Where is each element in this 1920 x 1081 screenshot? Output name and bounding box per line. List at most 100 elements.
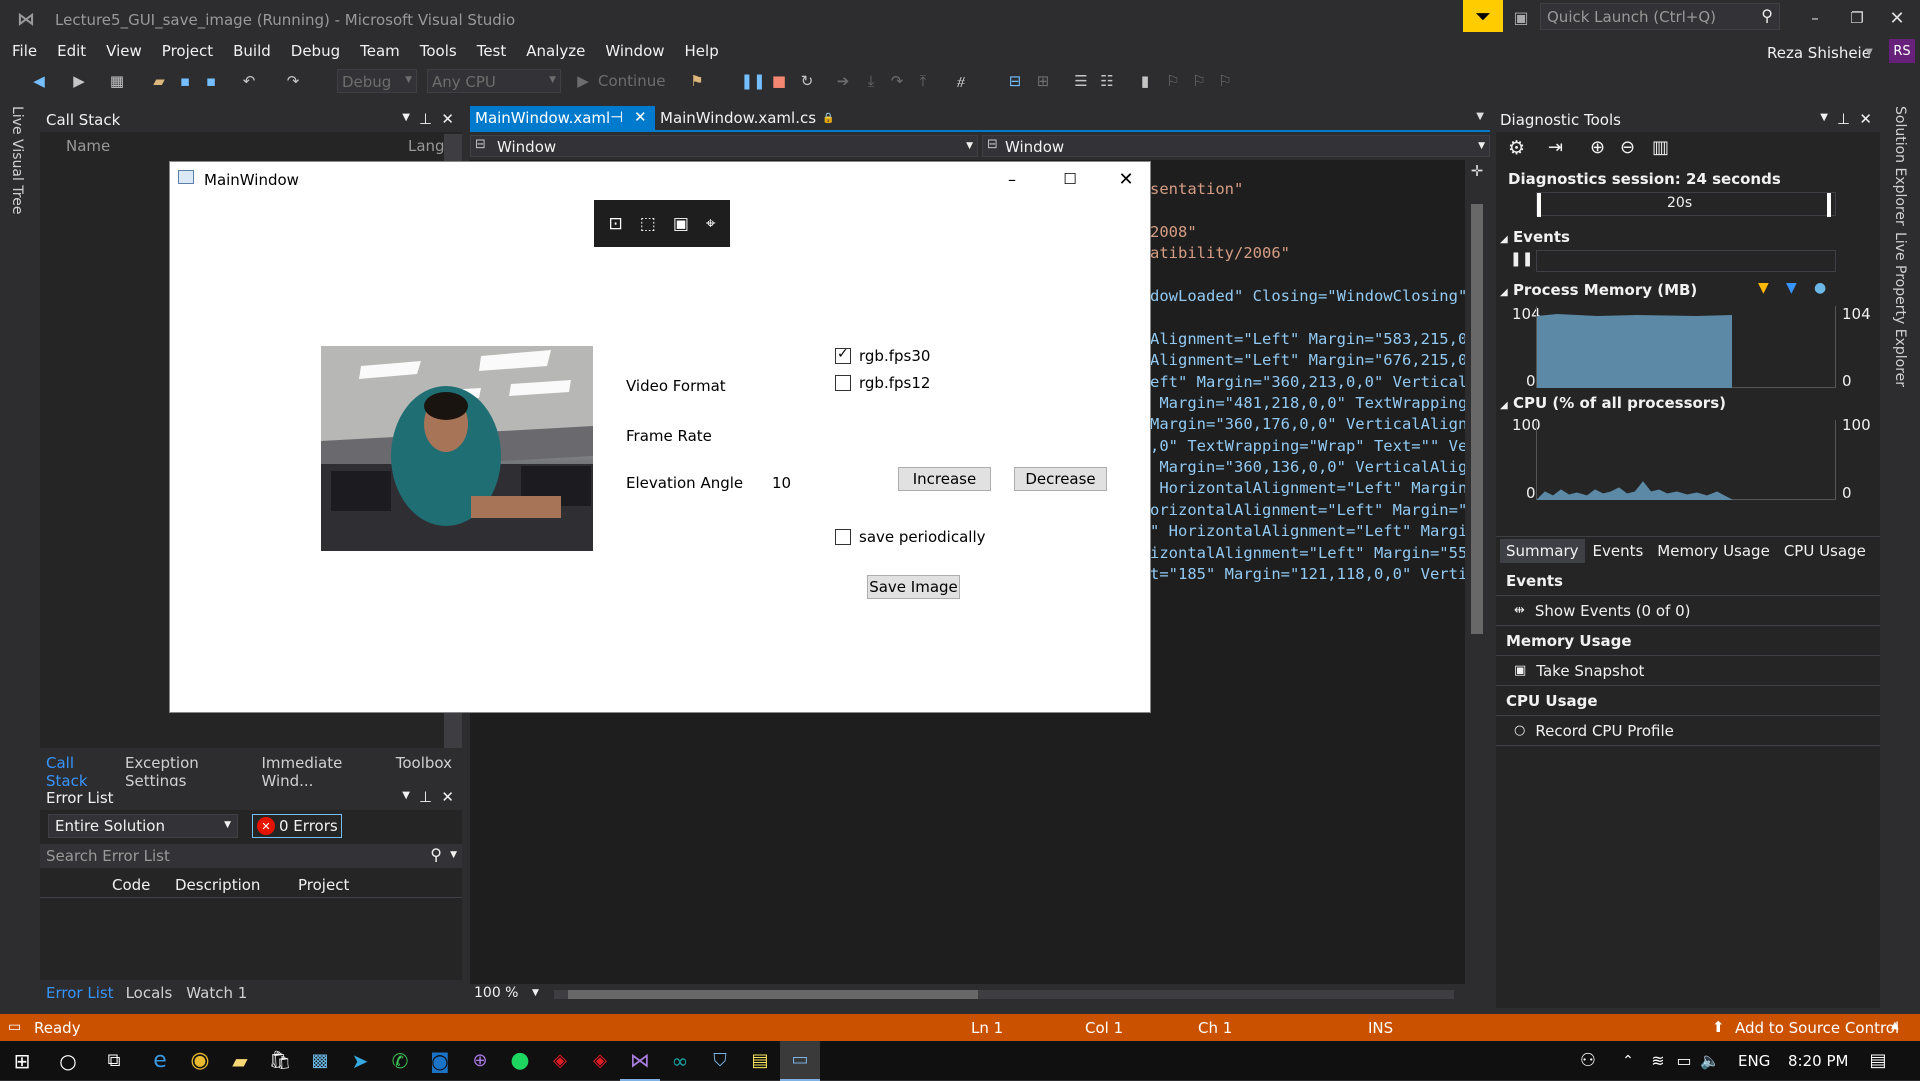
- dropdown-icon[interactable]: ▼: [402, 112, 410, 123]
- chrome-icon[interactable]: ◉: [180, 1041, 220, 1081]
- tab-watch-1[interactable]: Watch 1: [186, 984, 247, 1006]
- column-code[interactable]: Code: [112, 876, 150, 894]
- menu-help[interactable]: Help: [685, 42, 719, 60]
- step-out-icon[interactable]: ⤒: [912, 70, 934, 92]
- timeline-start-marker[interactable]: [1537, 193, 1541, 217]
- chevron-up-icon[interactable]: ▲: [1891, 1020, 1899, 1031]
- tab-locals[interactable]: Locals: [126, 984, 173, 1006]
- running-app-taskbar-icon[interactable]: ▭: [780, 1040, 820, 1081]
- checkbox-box[interactable]: [835, 375, 851, 391]
- notifications-icon[interactable]: ▣: [1508, 4, 1534, 30]
- tab-cpu-usage[interactable]: CPU Usage: [1784, 542, 1866, 560]
- people-icon[interactable]: ⚇: [1568, 1041, 1608, 1081]
- pin-icon[interactable]: ⊥: [419, 788, 432, 806]
- scroll-thumb[interactable]: [1471, 204, 1483, 634]
- close-icon[interactable]: ✕: [441, 110, 454, 128]
- record-cpu-link[interactable]: Record CPU Profile: [1535, 722, 1674, 740]
- select-tools-icon[interactable]: ▥: [1652, 137, 1669, 158]
- dropdown-icon[interactable]: ▼: [402, 790, 410, 801]
- step-into-icon[interactable]: ⤓: [860, 70, 882, 92]
- nav-right-dropdown[interactable]: ⊟ Window ▼: [982, 135, 1490, 157]
- live-visual-tree-tab[interactable]: Live Visual Tree: [9, 106, 25, 214]
- outlook-icon[interactable]: ◙: [420, 1041, 460, 1081]
- error-search-box[interactable]: Search Error List ⚲ ▼: [40, 844, 462, 868]
- sticky-notes-icon[interactable]: ▤: [740, 1041, 780, 1081]
- user-menu-chevron-icon[interactable]: ▼: [1862, 44, 1876, 60]
- column-description[interactable]: Description: [175, 876, 260, 894]
- spotify-icon[interactable]: ●: [500, 1041, 540, 1081]
- tab-call-stack[interactable]: Call Stack: [46, 754, 111, 790]
- app-maximize-button[interactable]: ☐: [1050, 166, 1090, 192]
- solidworks-explorer-icon[interactable]: ◈: [580, 1041, 620, 1081]
- new-project-icon[interactable]: ▦: [106, 70, 128, 92]
- cpu-section-head[interactable]: ◢ CPU (% of all processors): [1500, 394, 1726, 412]
- track-focus-icon[interactable]: ⌖: [706, 214, 716, 234]
- windows-start-icon[interactable]: ⊞: [2, 1041, 42, 1081]
- save-all-icon[interactable]: ▪: [200, 70, 222, 92]
- redo-icon[interactable]: ↷: [282, 70, 304, 92]
- visual-studio-taskbar-icon[interactable]: ⋈: [620, 1041, 660, 1081]
- memory-section-head[interactable]: ◢ Process Memory (MB): [1500, 281, 1697, 299]
- solidworks-icon[interactable]: ◈: [540, 1041, 580, 1081]
- save-image-button[interactable]: Save Image: [867, 575, 960, 599]
- column-lang[interactable]: Lang: [408, 137, 445, 155]
- action-center-icon[interactable]: ▤: [1858, 1041, 1898, 1081]
- pause-icon[interactable]: ❚❚: [740, 70, 765, 92]
- save-icon[interactable]: ▪: [174, 70, 196, 92]
- show-next-statement-icon[interactable]: ➔: [832, 70, 854, 92]
- step-over-icon[interactable]: ↷: [886, 70, 908, 92]
- app-close-button[interactable]: ✕: [1106, 166, 1146, 192]
- h-scroll-thumb[interactable]: [568, 990, 978, 999]
- take-snapshot-row[interactable]: ▣ Take Snapshot: [1496, 656, 1880, 686]
- solution-explorer-tab[interactable]: Solution Explorer: [1892, 106, 1908, 226]
- nav-left-dropdown[interactable]: ⊟ Window ▼: [470, 135, 978, 157]
- paint-icon[interactable]: ▩: [300, 1041, 340, 1081]
- decrease-button[interactable]: Decrease: [1014, 467, 1107, 491]
- menu-analyze[interactable]: Analyze: [526, 42, 585, 60]
- avatar[interactable]: RS: [1889, 39, 1915, 63]
- quick-launch-input[interactable]: Quick Launch (Ctrl+Q): [1547, 8, 1716, 26]
- minimize-button[interactable]: –: [1800, 6, 1830, 30]
- menu-team[interactable]: Team: [360, 42, 400, 60]
- shield-icon[interactable]: ⛉: [700, 1041, 740, 1081]
- pin-icon[interactable]: ⊣: [610, 108, 623, 126]
- arduino-icon[interactable]: ∞: [660, 1041, 700, 1081]
- export-icon[interactable]: ⇥: [1548, 137, 1563, 158]
- forward-arrow-icon[interactable]: ▶: [68, 70, 90, 92]
- restore-button[interactable]: ❐: [1842, 6, 1872, 30]
- menu-debug[interactable]: Debug: [291, 42, 340, 60]
- clear-bookmarks-icon[interactable]: ⚐: [1214, 70, 1236, 92]
- close-icon[interactable]: ✕: [441, 788, 454, 806]
- chevron-down-icon[interactable]: ▼: [532, 988, 539, 998]
- chevron-down-icon[interactable]: ▼: [450, 850, 457, 860]
- record-cpu-row[interactable]: ○ Record CPU Profile: [1496, 716, 1880, 746]
- menu-edit[interactable]: Edit: [57, 42, 86, 60]
- checkbox-box[interactable]: ✓: [835, 346, 851, 364]
- user-name[interactable]: Reza Shisheie: [1767, 44, 1871, 62]
- increase-button[interactable]: Increase: [898, 467, 991, 491]
- network-app-icon[interactable]: ⊕: [460, 1041, 500, 1081]
- menu-build[interactable]: Build: [233, 42, 271, 60]
- pin-icon[interactable]: ⊥: [419, 110, 432, 128]
- menu-window[interactable]: Window: [605, 42, 664, 60]
- tab-events[interactable]: Events: [1593, 542, 1644, 560]
- timeline-end-marker[interactable]: [1827, 193, 1831, 217]
- fps12-checkbox[interactable]: rgb.fps12: [835, 374, 930, 392]
- column-name[interactable]: Name: [66, 137, 110, 155]
- tab-exception-settings[interactable]: Exception Settings: [125, 754, 247, 790]
- config-dropdown[interactable]: Debug ▼: [337, 69, 417, 93]
- store-icon[interactable]: 🛍: [260, 1041, 300, 1081]
- language-indicator[interactable]: ENG: [1738, 1052, 1770, 1070]
- platform-dropdown[interactable]: Any CPU ▼: [427, 69, 561, 93]
- checkbox-box[interactable]: [835, 529, 851, 545]
- indent-icon[interactable]: ☰: [1070, 70, 1092, 92]
- scope-dropdown[interactable]: Entire Solution ▼: [48, 814, 238, 838]
- tab-mainwindow-xaml[interactable]: MainWindow.xaml ⊣ ✕: [470, 106, 655, 130]
- continue-button[interactable]: Continue: [598, 72, 665, 90]
- save-periodically-checkbox[interactable]: save periodically: [835, 528, 985, 546]
- continue-play-icon[interactable]: ▶: [572, 70, 594, 92]
- editor-vertical-scrollbar[interactable]: [1466, 184, 1488, 984]
- horizontal-scrollbar[interactable]: [554, 990, 1454, 999]
- select-element-icon[interactable]: ⬚: [640, 214, 656, 234]
- process-icon[interactable]: ⚑: [686, 70, 708, 92]
